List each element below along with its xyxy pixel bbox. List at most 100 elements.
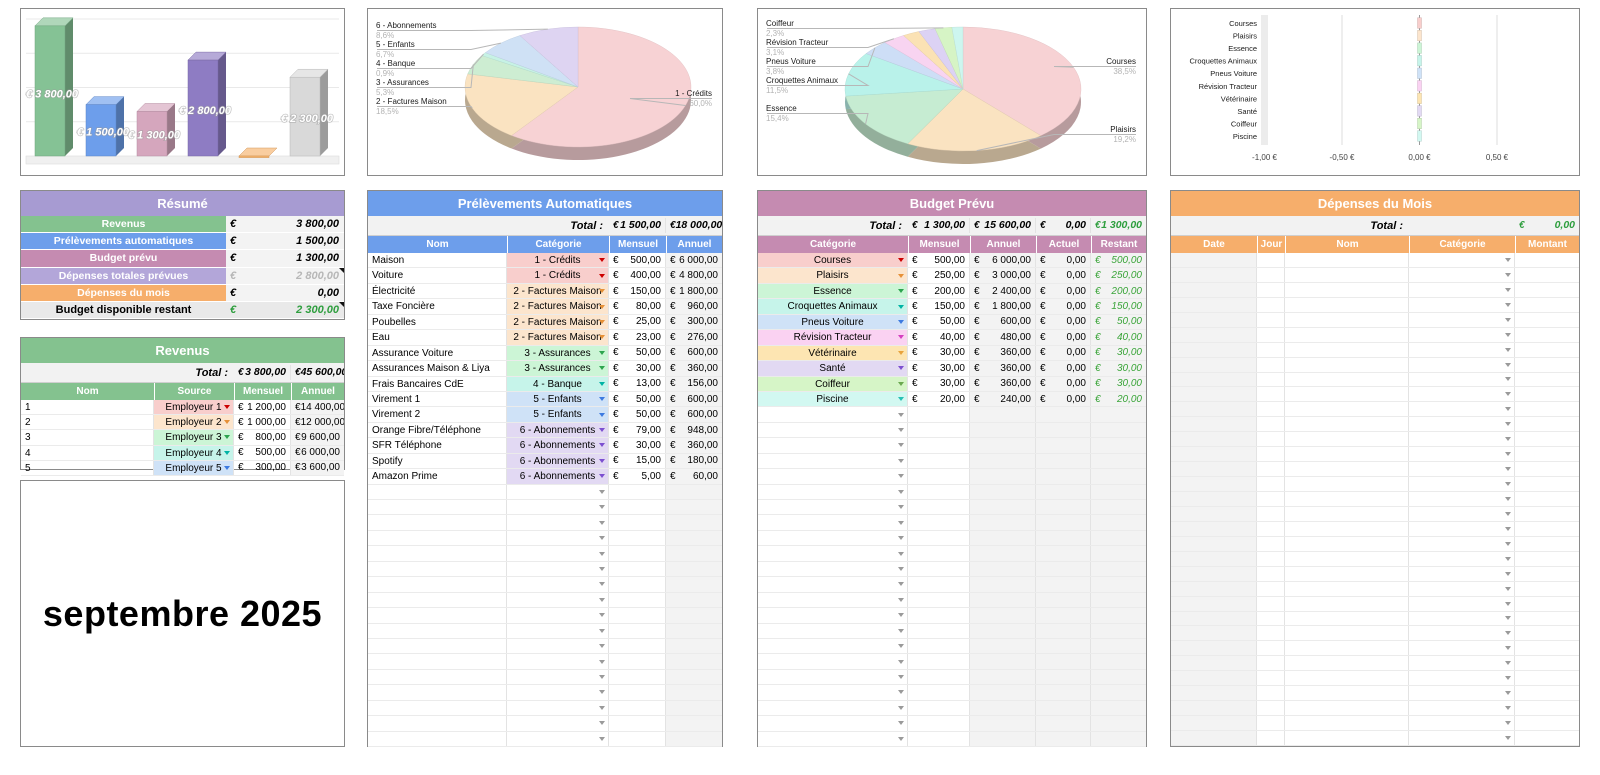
euro-symbol[interactable]: €	[226, 250, 246, 266]
annuel-cell[interactable]	[970, 732, 1036, 746]
mensuel-cell[interactable]	[609, 654, 666, 668]
category-select[interactable]	[507, 593, 609, 607]
montant-cell[interactable]	[1515, 358, 1579, 372]
name-cell[interactable]: SFR Téléphone	[368, 438, 507, 452]
mensuel-cell[interactable]: €30,00	[908, 377, 970, 391]
date-cell[interactable]	[1171, 447, 1257, 461]
name-cell[interactable]	[368, 593, 507, 607]
actuel-cell[interactable]	[1036, 515, 1091, 529]
montant-cell[interactable]	[1515, 701, 1579, 715]
mensuel-cell[interactable]	[908, 701, 970, 715]
annuel-cell[interactable]: €60,00	[666, 469, 722, 483]
jour-cell[interactable]	[1257, 432, 1285, 446]
mensuel-cell[interactable]: €25,00	[609, 315, 666, 329]
category-select[interactable]	[507, 577, 609, 591]
actuel-cell[interactable]	[1036, 500, 1091, 514]
category-select[interactable]	[1409, 582, 1515, 596]
jour-cell[interactable]	[1257, 522, 1285, 536]
mensuel-cell[interactable]	[908, 423, 970, 437]
name-cell[interactable]	[1285, 417, 1409, 431]
actuel-cell[interactable]	[1036, 608, 1091, 622]
actuel-cell[interactable]: €0,00	[1036, 361, 1091, 375]
annuel-cell[interactable]: €360,00	[666, 438, 722, 452]
date-cell[interactable]	[1171, 567, 1257, 581]
mensuel-cell[interactable]: €79,00	[609, 423, 666, 437]
category-select[interactable]	[758, 454, 908, 468]
category-select[interactable]	[1409, 716, 1515, 730]
mensuel-cell[interactable]	[609, 500, 666, 514]
mensuel-cell[interactable]	[609, 624, 666, 638]
name-cell[interactable]	[368, 485, 507, 499]
jour-cell[interactable]	[1257, 686, 1285, 700]
montant-cell[interactable]	[1515, 402, 1579, 416]
jour-cell[interactable]	[1257, 417, 1285, 431]
category-select[interactable]: 2 - Factures Maison	[507, 299, 609, 313]
date-cell[interactable]	[1171, 417, 1257, 431]
mensuel-cell[interactable]: €1 000,00	[234, 415, 291, 429]
actuel-cell[interactable]	[1036, 639, 1091, 653]
mensuel-cell[interactable]: €500,00	[234, 446, 291, 460]
category-select[interactable]	[758, 515, 908, 529]
annuel-cell[interactable]	[666, 577, 722, 591]
category-select[interactable]	[758, 562, 908, 576]
category-select[interactable]: 5 - Enfants	[507, 407, 609, 421]
category-select[interactable]	[758, 670, 908, 684]
category-select[interactable]	[758, 624, 908, 638]
date-cell[interactable]	[1171, 268, 1257, 282]
annuel-cell[interactable]	[666, 546, 722, 560]
montant-cell[interactable]	[1515, 447, 1579, 461]
date-cell[interactable]	[1171, 641, 1257, 655]
mensuel-cell[interactable]: €300,00	[234, 461, 291, 475]
jour-cell[interactable]	[1257, 656, 1285, 670]
name-cell[interactable]	[1285, 492, 1409, 506]
mensuel-cell[interactable]	[609, 593, 666, 607]
name-cell[interactable]	[1285, 626, 1409, 640]
date-cell[interactable]	[1171, 552, 1257, 566]
date-cell[interactable]	[1171, 373, 1257, 387]
name-cell[interactable]	[368, 608, 507, 622]
actuel-cell[interactable]	[1036, 654, 1091, 668]
date-cell[interactable]	[1171, 671, 1257, 685]
annuel-cell[interactable]	[666, 562, 722, 576]
category-select[interactable]: 2 - Factures Maison	[507, 315, 609, 329]
name-cell[interactable]	[368, 624, 507, 638]
category-select[interactable]	[1409, 253, 1515, 267]
montant-cell[interactable]	[1515, 641, 1579, 655]
category-select[interactable]: 5 - Enfants	[507, 392, 609, 406]
mensuel-cell[interactable]	[609, 515, 666, 529]
jour-cell[interactable]	[1257, 626, 1285, 640]
date-cell[interactable]	[1171, 522, 1257, 536]
montant-cell[interactable]	[1515, 253, 1579, 267]
category-select[interactable]: Essence	[758, 284, 908, 298]
jour-cell[interactable]	[1257, 402, 1285, 416]
category-select[interactable]: 6 - Abonnements	[507, 438, 609, 452]
mensuel-cell[interactable]: €200,00	[908, 284, 970, 298]
jour-cell[interactable]	[1257, 313, 1285, 327]
annuel-cell[interactable]: €2 400,00	[970, 284, 1036, 298]
date-cell[interactable]	[1171, 298, 1257, 312]
annuel-cell[interactable]	[666, 485, 722, 499]
name-cell[interactable]	[1285, 298, 1409, 312]
actuel-cell[interactable]	[1036, 685, 1091, 699]
category-select[interactable]	[1409, 432, 1515, 446]
category-select[interactable]	[1409, 373, 1515, 387]
montant-cell[interactable]	[1515, 716, 1579, 730]
category-select[interactable]	[507, 500, 609, 514]
name-cell[interactable]: Frais Bancaires CdE	[368, 377, 507, 391]
montant-cell[interactable]	[1515, 283, 1579, 297]
category-select[interactable]	[1409, 268, 1515, 282]
annuel-cell[interactable]: €6 000,00	[291, 446, 344, 460]
mensuel-cell[interactable]: €13,00	[609, 377, 666, 391]
mensuel-cell[interactable]: €150,00	[908, 299, 970, 313]
annuel-cell[interactable]: €14 400,00	[291, 400, 344, 414]
name-cell[interactable]	[1285, 268, 1409, 282]
name-cell[interactable]	[1285, 716, 1409, 730]
category-select[interactable]: Santé	[758, 361, 908, 375]
category-select[interactable]: 3 - Assurances	[507, 346, 609, 360]
montant-cell[interactable]	[1515, 492, 1579, 506]
category-select[interactable]: 1 - Crédits	[507, 253, 609, 267]
date-cell[interactable]	[1171, 253, 1257, 267]
mensuel-cell[interactable]: €1 200,00	[234, 400, 291, 414]
source-select[interactable]: Employeur 1	[154, 400, 234, 414]
annuel-cell[interactable]	[970, 624, 1036, 638]
